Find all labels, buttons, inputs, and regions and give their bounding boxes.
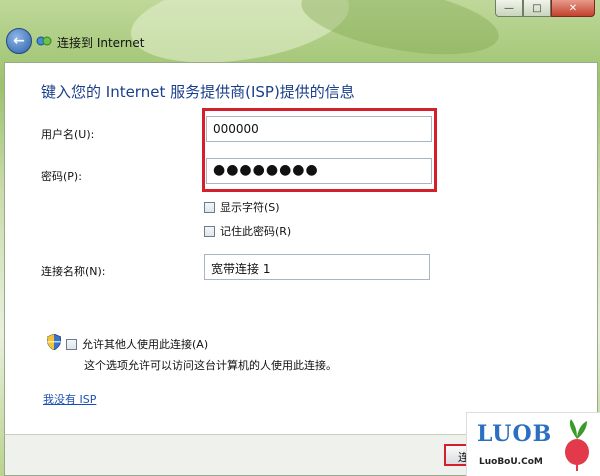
remember-password-checkbox[interactable] <box>204 225 215 237</box>
watermark-site: LuoBoU.CoM <box>479 457 543 467</box>
page-heading: 键入您的 Internet 服务提供商(ISP)提供的信息 <box>41 83 355 101</box>
allow-others-row[interactable]: 允许其他人使用此连接(A) <box>66 336 208 352</box>
password-label: 密码(P): <box>41 170 82 183</box>
back-arrow-icon: ← <box>13 33 25 49</box>
no-isp-link[interactable]: 我没有 ISP <box>43 391 96 407</box>
dialog-window: — □ ✕ ← 连接到 Internet 键入您的 Internet 服务提供商… <box>0 0 600 476</box>
show-chars-checkbox[interactable] <box>204 201 215 213</box>
uac-shield-icon <box>47 334 61 350</box>
show-chars-label: 显示字符(S) <box>220 201 280 214</box>
allow-others-checkbox[interactable] <box>66 338 77 350</box>
nav-bar: ← 连接到 Internet <box>0 22 600 60</box>
window-title: 连接到 Internet <box>57 36 145 50</box>
show-chars-row[interactable]: 显示字符(S) <box>204 199 280 215</box>
back-button[interactable]: ← <box>6 28 32 54</box>
close-button[interactable]: ✕ <box>551 0 595 17</box>
remember-password-label: 记住此密码(R) <box>220 225 292 238</box>
caption-buttons: — □ ✕ <box>495 0 595 18</box>
allow-others-note: 这个选项允许可以访问这台计算机的人使用此连接。 <box>84 359 337 372</box>
connection-name-field[interactable]: 宽带连接 1 <box>204 254 430 280</box>
watermark-logo: LUOB LuoBoU.CoM <box>466 412 600 476</box>
maximize-button[interactable]: □ <box>523 0 551 17</box>
watermark-brand: LUOB <box>477 421 553 447</box>
allow-others-label: 允许其他人使用此连接(A) <box>82 338 209 351</box>
content-panel: 键入您的 Internet 服务提供商(ISP)提供的信息 用户名(U): 00… <box>4 62 598 435</box>
remember-password-row[interactable]: 记住此密码(R) <box>204 223 291 239</box>
radish-icon <box>565 419 589 471</box>
minimize-button[interactable]: — <box>495 0 523 17</box>
highlight-box <box>202 108 437 192</box>
username-label: 用户名(U): <box>41 128 95 141</box>
network-icon <box>36 36 52 46</box>
connection-name-label: 连接名称(N): <box>41 265 106 278</box>
